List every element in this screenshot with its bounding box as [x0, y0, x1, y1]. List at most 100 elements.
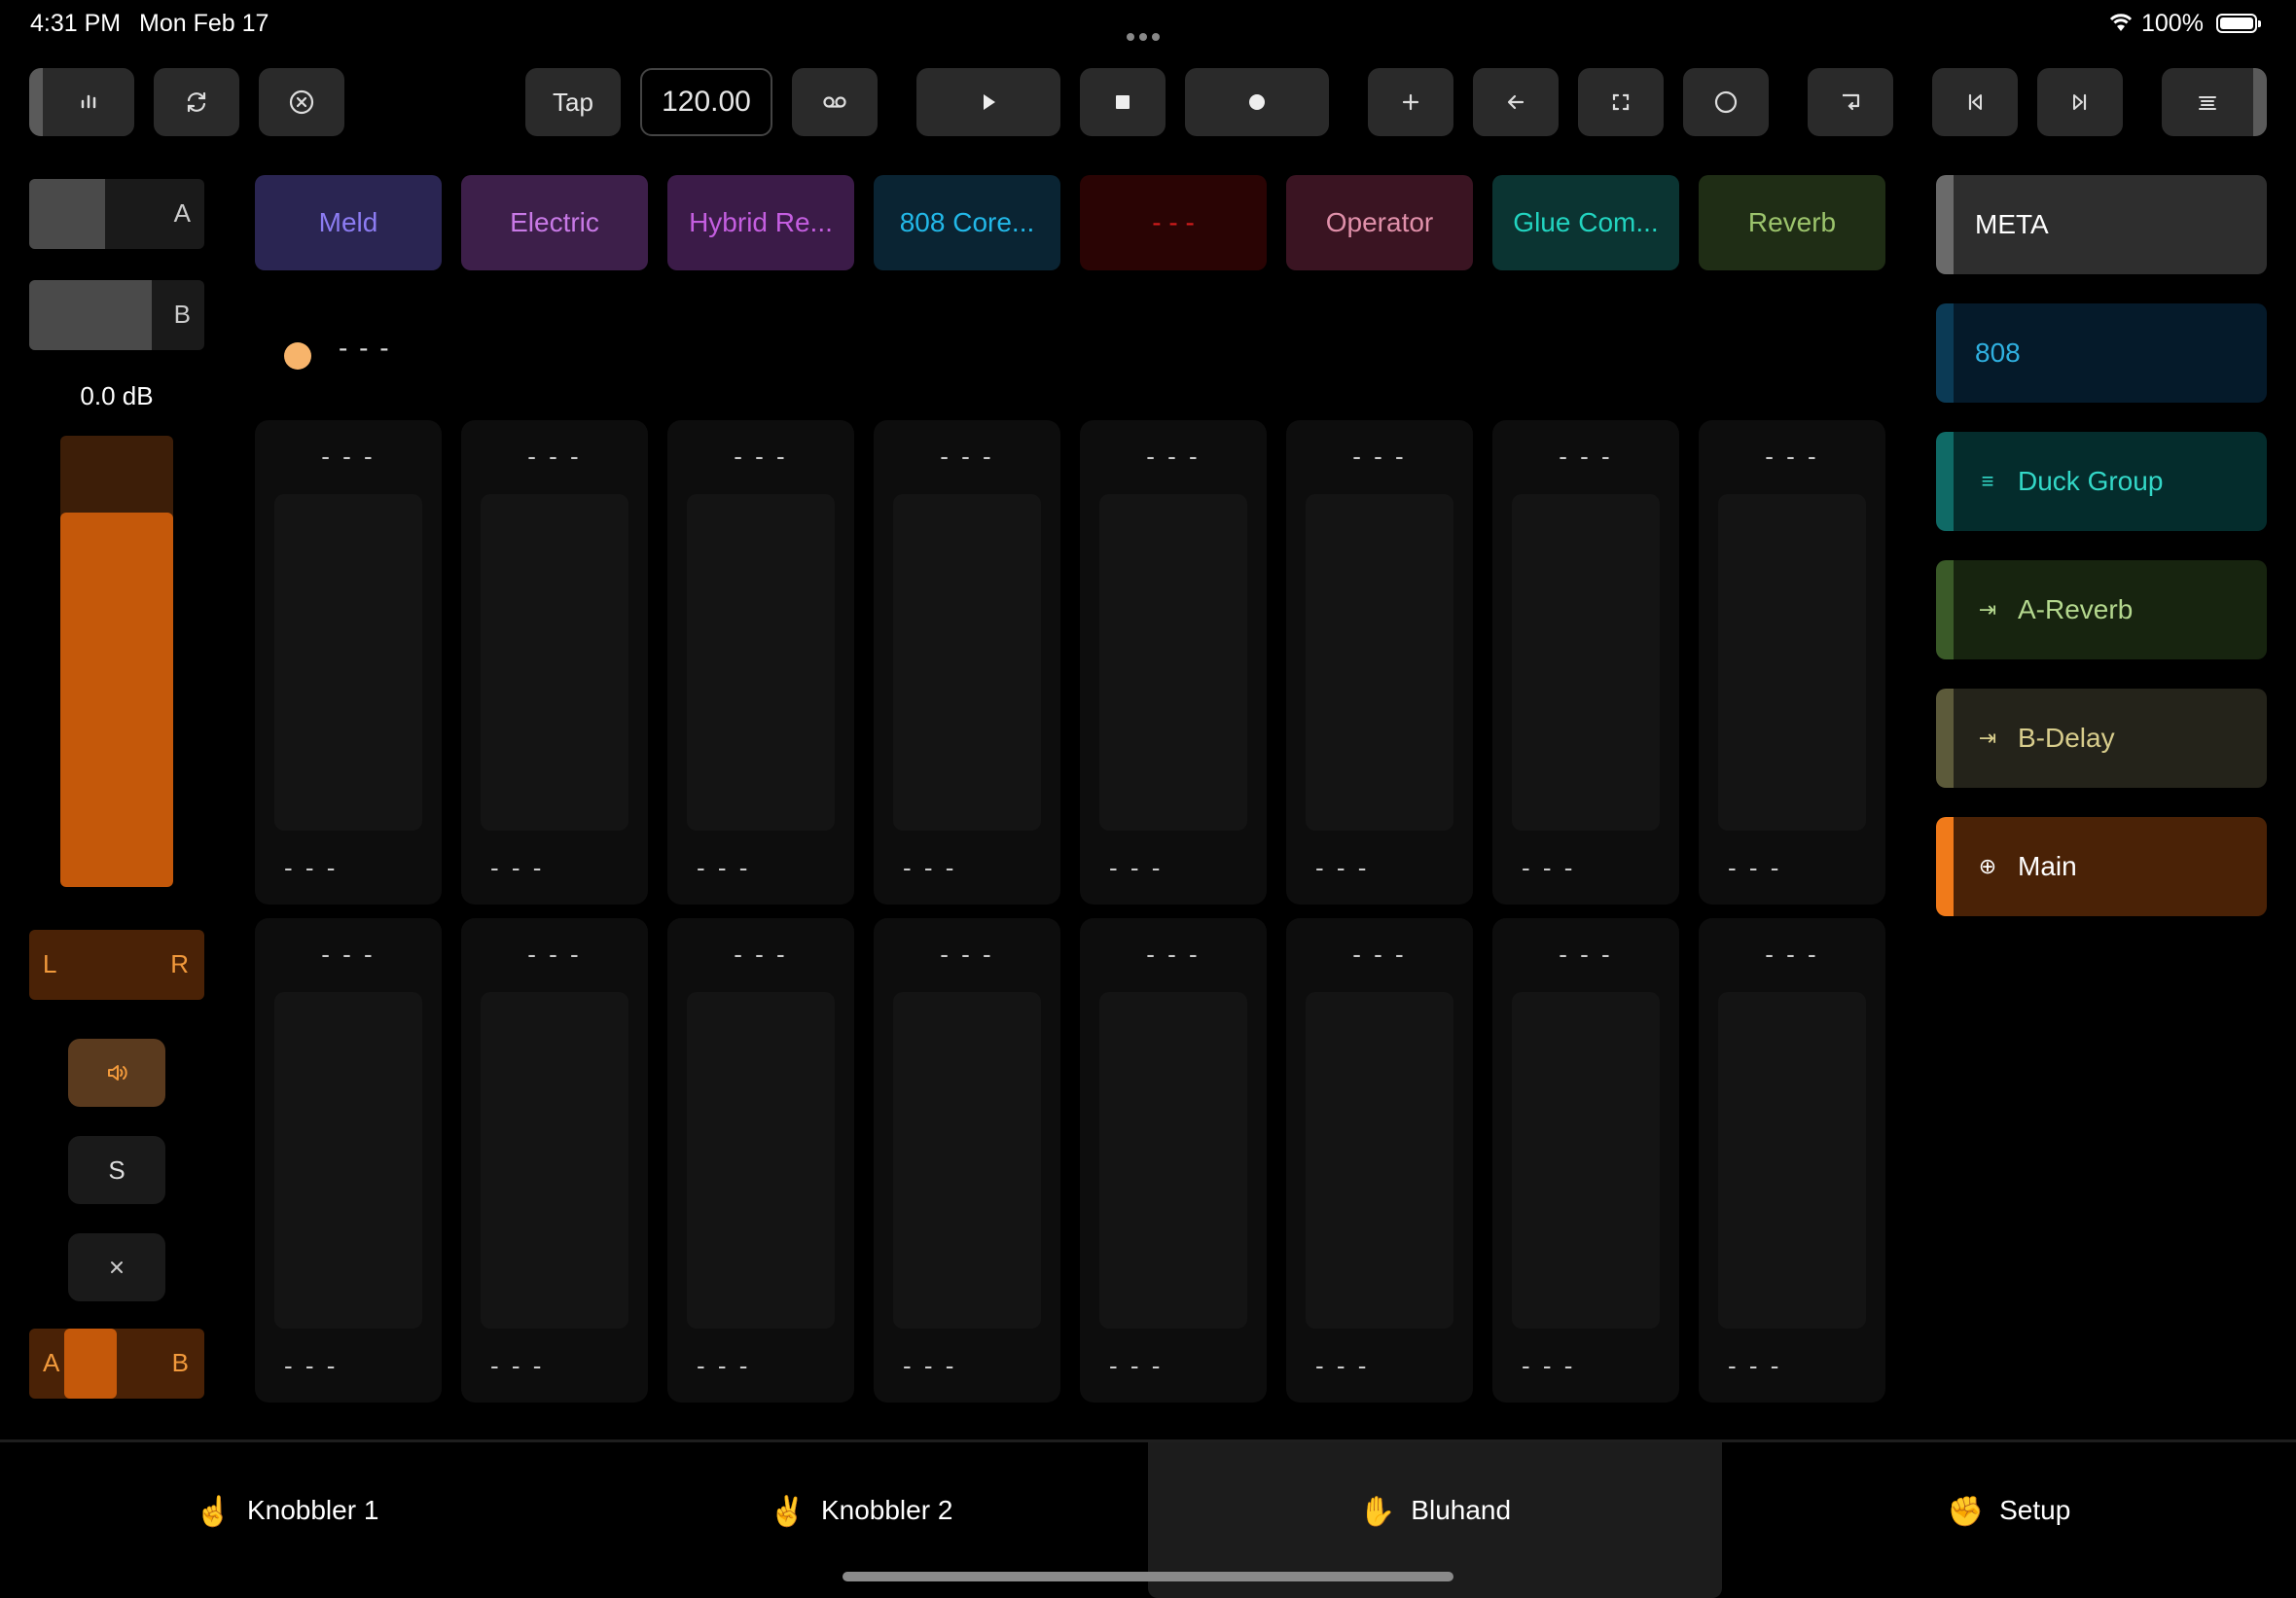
- record-button[interactable]: [1185, 68, 1329, 136]
- tab-knobbler-1[interactable]: ☝️ Knobbler 1: [0, 1442, 574, 1598]
- mixer-view-button[interactable]: [29, 68, 134, 136]
- crossfade-knob[interactable]: [64, 1329, 117, 1399]
- parameter-slider[interactable]: [1099, 494, 1247, 831]
- parameter-knob-cell[interactable]: - - - - - -: [1699, 918, 1885, 1403]
- parameter-slider[interactable]: [1512, 992, 1660, 1329]
- solo-button[interactable]: S: [68, 1136, 165, 1204]
- play-button[interactable]: [916, 68, 1060, 136]
- device-tab[interactable]: Reverb: [1699, 175, 1885, 270]
- parameter-slider[interactable]: [893, 494, 1041, 831]
- add-button[interactable]: [1368, 68, 1453, 136]
- loop-button[interactable]: [154, 68, 239, 136]
- menu-button[interactable]: [2162, 68, 2267, 136]
- parameter-slider[interactable]: [1306, 992, 1453, 1329]
- parameter-slider[interactable]: [1099, 992, 1247, 1329]
- parameter-knob-cell[interactable]: - - - - - -: [1699, 420, 1885, 905]
- volume-fader[interactable]: [60, 436, 173, 887]
- parameter-knob-cell[interactable]: - - - - - -: [1286, 918, 1473, 1403]
- tempo-field[interactable]: 120.00: [640, 68, 772, 136]
- track-icon: ⇥: [1978, 726, 1997, 750]
- parameter-knob-cell[interactable]: - - - - - -: [255, 420, 442, 905]
- battery-percent: 100%: [2141, 10, 2204, 37]
- parameter-name: - - -: [1352, 940, 1407, 969]
- arm-button[interactable]: [68, 1233, 165, 1301]
- parameter-slider[interactable]: [1512, 494, 1660, 831]
- parameter-value: - - -: [1728, 853, 1782, 882]
- parameter-knob-cell[interactable]: - - - - - -: [461, 918, 648, 1403]
- device-tab[interactable]: Meld: [255, 175, 442, 270]
- parameter-knob-cell[interactable]: - - - - - -: [255, 918, 442, 1403]
- send-b-label: B: [173, 300, 191, 329]
- track-item[interactable]: ⇥ B-Delay: [1936, 689, 2267, 788]
- parameter-name: - - -: [1559, 442, 1613, 471]
- parameter-knob-cell[interactable]: - - - - - -: [667, 420, 854, 905]
- parameter-slider[interactable]: [687, 494, 835, 831]
- tab-setup[interactable]: ✊ Setup: [1722, 1442, 2296, 1598]
- parameter-slider[interactable]: [481, 992, 628, 1329]
- parameter-knob-cell[interactable]: - - - - - -: [1080, 918, 1267, 1403]
- circle-icon: [1714, 90, 1738, 114]
- skip-forward-icon: [2073, 93, 2087, 111]
- track-item[interactable]: ⇥ A-Reverb: [1936, 560, 2267, 659]
- clear-button[interactable]: [259, 68, 344, 136]
- capture-button[interactable]: [1808, 68, 1893, 136]
- mute-button[interactable]: [68, 1039, 165, 1107]
- send-b-slider[interactable]: B: [29, 280, 204, 350]
- stop-button[interactable]: [1080, 68, 1166, 136]
- device-tab[interactable]: Hybrid Re...: [667, 175, 854, 270]
- parameter-name: - - -: [321, 940, 376, 969]
- parameter-knob-cell[interactable]: - - - - - -: [1492, 918, 1679, 1403]
- track-item[interactable]: ≡ Duck Group: [1936, 432, 2267, 531]
- volume-readout: 0.0 dB: [80, 381, 154, 410]
- tab-label: Setup: [1999, 1495, 2071, 1525]
- parameter-value: - - -: [903, 853, 957, 882]
- parameter-slider[interactable]: [1306, 494, 1453, 831]
- parameter-slider[interactable]: [481, 494, 628, 831]
- crossfade-control[interactable]: A B: [29, 1329, 204, 1399]
- send-a-slider[interactable]: A: [29, 179, 204, 249]
- parameter-slider[interactable]: [274, 992, 422, 1329]
- parameter-knob-cell[interactable]: - - - - - -: [667, 918, 854, 1403]
- parameter-knob-cell[interactable]: - - - - - -: [1492, 420, 1679, 905]
- crossfade-a-label: A: [43, 1348, 60, 1377]
- device-tab[interactable]: Operator: [1286, 175, 1473, 270]
- track-item[interactable]: 808: [1936, 303, 2267, 403]
- play-icon: [984, 94, 995, 110]
- parameter-slider[interactable]: [1718, 992, 1866, 1329]
- parameter-value: - - -: [903, 1351, 957, 1380]
- skip-forward-button[interactable]: [2037, 68, 2123, 136]
- parameter-knob-cell[interactable]: - - - - - -: [874, 918, 1060, 1403]
- track-label: Main: [2018, 851, 2077, 881]
- multitask-dots-icon[interactable]: [1127, 19, 1165, 48]
- skip-back-button[interactable]: [1932, 68, 2018, 136]
- battery-icon: [2216, 14, 2261, 33]
- parameter-knob-cell[interactable]: - - - - - -: [461, 420, 648, 905]
- crossfade-b-label: B: [171, 1348, 189, 1377]
- fullscreen-button[interactable]: [1578, 68, 1664, 136]
- circle-button[interactable]: [1683, 68, 1769, 136]
- parameter-knob-cell[interactable]: - - - - - -: [874, 420, 1060, 905]
- parameter-slider[interactable]: [687, 992, 835, 1329]
- parameter-name: - - -: [321, 442, 376, 471]
- parameter-slider[interactable]: [893, 992, 1041, 1329]
- device-tab[interactable]: Electric: [461, 175, 648, 270]
- back-button[interactable]: [1473, 68, 1559, 136]
- parameter-slider[interactable]: [1718, 494, 1866, 831]
- parameter-knob-cell[interactable]: - - - - - -: [1080, 420, 1267, 905]
- tab-emoji-icon: ✋: [1358, 1496, 1396, 1528]
- parameter-slider[interactable]: [274, 494, 422, 831]
- follow-button[interactable]: [792, 68, 878, 136]
- pan-control[interactable]: L R: [29, 930, 204, 1000]
- tab-label: Knobbler 1: [246, 1495, 379, 1525]
- device-tab[interactable]: Glue Com...: [1492, 175, 1679, 270]
- tap-tempo-button[interactable]: Tap: [525, 68, 621, 136]
- parameter-value: - - -: [1728, 1351, 1782, 1380]
- track-item[interactable]: META: [1936, 175, 2267, 274]
- tab-emoji-icon: ✊: [1947, 1496, 1985, 1528]
- parameter-value: - - -: [284, 1351, 339, 1380]
- track-label: A-Reverb: [2018, 594, 2134, 624]
- track-item[interactable]: ⊕ Main: [1936, 817, 2267, 916]
- parameter-knob-cell[interactable]: - - - - - -: [1286, 420, 1473, 905]
- device-tab[interactable]: 808 Core...: [874, 175, 1060, 270]
- device-tab[interactable]: - - -: [1080, 175, 1267, 270]
